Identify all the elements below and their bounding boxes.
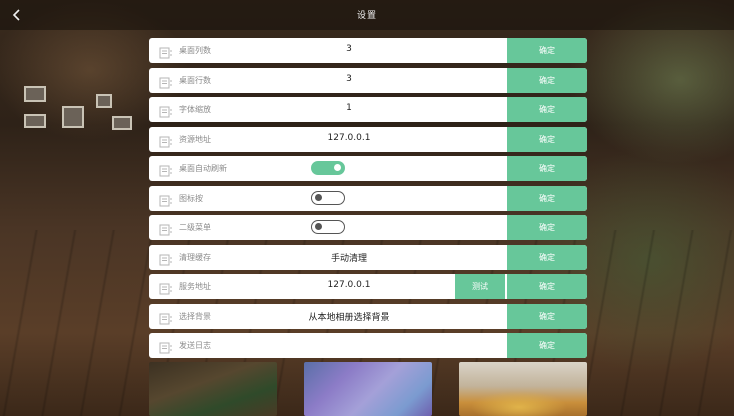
wall-picture: [62, 106, 84, 128]
settings-label: 二级菜单: [179, 223, 211, 232]
confirm-button[interactable]: 确定: [507, 333, 587, 358]
settings-row: 桌面行数 3 确定: [149, 67, 587, 93]
settings-row: 服务地址 127.0.0.1 测试 确定: [149, 274, 587, 299]
settings-label: 服务地址: [179, 282, 211, 291]
file-icon: [159, 103, 173, 118]
settings-value[interactable]: 3: [269, 74, 429, 84]
settings-value[interactable]: 从本地相册选择背景: [269, 310, 429, 323]
file-icon: [159, 280, 173, 295]
confirm-button[interactable]: 确定: [507, 274, 587, 299]
confirm-button[interactable]: 确定: [507, 244, 587, 270]
toggle-switch[interactable]: [311, 220, 345, 234]
settings-row: 选择背景 从本地相册选择背景 确定: [149, 303, 587, 329]
settings-value[interactable]: 3: [269, 44, 429, 54]
file-icon: [159, 310, 173, 324]
test-button[interactable]: 测试: [455, 274, 505, 299]
settings-label: 清理缓存: [179, 252, 211, 262]
settings-row: 桌面自动刷新 确定: [149, 156, 587, 181]
settings-label: 字体缩放: [179, 105, 211, 114]
settings-label: 图标按: [179, 193, 203, 203]
background-thumbnail-2[interactable]: [304, 362, 432, 416]
confirm-button[interactable]: 确定: [507, 97, 587, 122]
file-icon: [159, 74, 173, 88]
file-icon: [159, 192, 173, 206]
settings-row: 资源地址 127.0.0.1 确定: [149, 126, 587, 152]
file-icon: [159, 44, 173, 59]
background-thumbnails: [149, 362, 589, 416]
settings-row: 二级菜单 确定: [149, 215, 587, 240]
settings-value[interactable]: 127.0.0.1: [269, 133, 429, 143]
wall-picture: [24, 86, 46, 102]
file-icon: [159, 339, 173, 354]
settings-value[interactable]: 1: [269, 103, 429, 113]
file-icon: [159, 133, 173, 147]
settings-row: 图标按 确定: [149, 185, 587, 211]
page-title: 设置: [356, 11, 377, 21]
settings-row: 字体缩放 1 确定: [149, 97, 587, 122]
settings-label: 桌面行数: [179, 75, 211, 85]
confirm-button[interactable]: 确定: [507, 156, 587, 181]
confirm-button[interactable]: 确定: [507, 185, 587, 211]
settings-label: 资源地址: [179, 134, 211, 144]
toggle-switch[interactable]: [311, 161, 345, 175]
confirm-button[interactable]: 确定: [507, 126, 587, 152]
settings-value[interactable]: 手动清理: [269, 251, 429, 264]
toggle-switch[interactable]: [311, 190, 345, 205]
toggle-knob: [315, 223, 322, 230]
confirm-button[interactable]: 确定: [507, 67, 587, 93]
confirm-button[interactable]: 确定: [507, 303, 587, 329]
confirm-button[interactable]: 确定: [507, 38, 587, 63]
toggle-knob: [315, 193, 322, 201]
settings-row: 发送日志 确定: [149, 333, 587, 358]
wall-picture: [112, 116, 132, 130]
settings-row: 清理缓存 手动清理 确定: [149, 244, 587, 270]
wall-picture: [96, 94, 112, 108]
settings-value[interactable]: 127.0.0.1: [269, 280, 429, 290]
file-icon: [159, 221, 173, 236]
settings-label: 桌面列数: [179, 46, 211, 55]
background-thumbnail-1[interactable]: [149, 362, 277, 416]
confirm-button[interactable]: 确定: [507, 215, 587, 240]
file-icon: [159, 251, 173, 265]
header-bar: 设置: [0, 0, 734, 30]
wall-picture: [24, 114, 46, 128]
settings-label: 选择背景: [179, 311, 211, 321]
settings-label: 发送日志: [179, 341, 211, 350]
toggle-knob: [334, 164, 341, 171]
file-icon: [159, 162, 173, 177]
settings-row: 桌面列数 3 确定: [149, 38, 587, 63]
background-thumbnail-3[interactable]: [459, 362, 587, 416]
settings-label: 桌面自动刷新: [179, 164, 227, 173]
